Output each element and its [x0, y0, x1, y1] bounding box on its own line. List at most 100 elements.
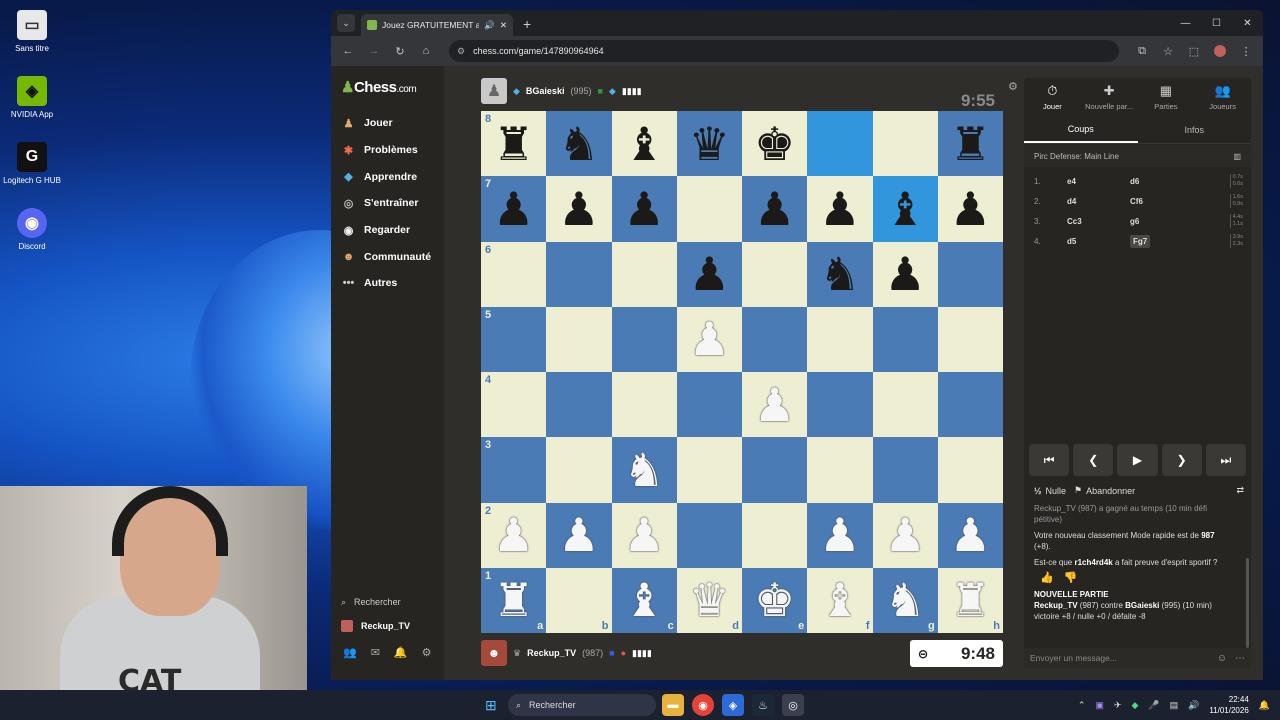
black-king-piece[interactable]: ♚ — [754, 121, 795, 167]
black-knight-piece[interactable]: ♞ — [558, 121, 599, 167]
prev-move-button[interactable]: ❮ — [1073, 444, 1114, 476]
back-button[interactable]: ← — [337, 40, 359, 62]
square-g2[interactable]: ♟ — [872, 502, 938, 568]
sidebar-user[interactable]: Reckup_TV — [341, 614, 441, 638]
opening-name[interactable]: Pirc Defense: Main Line — [1034, 152, 1119, 161]
square-g4[interactable] — [872, 372, 938, 438]
square-a7[interactable]: 7 ♟ — [481, 176, 547, 242]
tray-app-icon[interactable]: ▣ — [1095, 700, 1104, 711]
nav-item-autres[interactable]: ••• Autres — [341, 270, 431, 297]
square-f5[interactable] — [807, 306, 873, 372]
book-icon[interactable]: ▥ — [1233, 152, 1241, 161]
square-b2[interactable]: ♟ — [546, 502, 612, 568]
thumbs-up-icon[interactable]: 👍 — [1040, 573, 1054, 584]
nav-item-problemes[interactable]: ✱ Problèmes — [341, 137, 431, 164]
maximize-button[interactable]: ☐ — [1201, 10, 1232, 36]
white-pawn-piece[interactable]: ♟ — [493, 512, 534, 558]
nav-item-sentrainer[interactable]: ◎ S'entraîner — [341, 190, 431, 217]
board-settings-icon[interactable]: ⚙ — [1008, 80, 1018, 93]
black-pawn-piece[interactable]: ♟ — [493, 186, 534, 232]
chess-logo[interactable]: ♟Chess.com — [341, 78, 417, 96]
reload-button[interactable]: ↻ — [389, 40, 411, 62]
nav-item-regarder[interactable]: ◉ Regarder — [341, 217, 431, 244]
nav-item-apprendre[interactable]: ◆ Apprendre — [341, 163, 431, 190]
tray-app-icon[interactable]: ✈ — [1114, 700, 1122, 711]
square-h6[interactable] — [937, 241, 1003, 307]
square-e7[interactable]: ♟ — [742, 176, 808, 242]
site-info-icon[interactable]: ⚙ — [457, 46, 465, 57]
square-a8[interactable]: 8 ♜ — [481, 111, 547, 177]
square-b3[interactable] — [546, 437, 612, 503]
black-move[interactable]: Fg7 — [1130, 234, 1193, 248]
volume-icon[interactable]: 🔊 — [1188, 700, 1199, 711]
flip-board-icon[interactable]: ⇄ — [1236, 485, 1244, 496]
square-d3[interactable] — [676, 437, 742, 503]
speaker-icon[interactable]: 🔊 — [484, 20, 495, 31]
white-bishop-piece[interactable]: ♝ — [624, 577, 665, 623]
tab-nouvelle-partie[interactable]: ✚ Nouvelle par... — [1081, 78, 1138, 116]
square-f4[interactable] — [807, 372, 873, 438]
black-move[interactable]: g6 — [1130, 217, 1193, 226]
black-rook-piece[interactable]: ♜ — [493, 121, 534, 167]
black-queen-piece[interactable]: ♛ — [689, 121, 730, 167]
player-name[interactable]: Reckup_TV — [527, 648, 576, 658]
desktop-icon-discord[interactable]: ◉ Discord — [0, 208, 64, 251]
black-pawn-piece[interactable]: ♟ — [624, 186, 665, 232]
square-a4[interactable]: 4 — [481, 372, 547, 438]
square-h7[interactable]: ♟ — [937, 176, 1003, 242]
black-pawn-piece[interactable]: ♟ — [885, 251, 926, 297]
square-c3[interactable]: ♞ — [611, 437, 677, 503]
square-a1[interactable]: 1 a ♜ — [481, 567, 547, 633]
square-a6[interactable]: 6 — [481, 241, 547, 307]
square-c1[interactable]: c ♝ — [611, 567, 677, 633]
black-knight-piece[interactable]: ♞ — [819, 251, 860, 297]
black-rook-piece[interactable]: ♜ — [950, 121, 991, 167]
square-g7[interactable]: ♝ — [872, 176, 938, 242]
square-a3[interactable]: 3 — [481, 437, 547, 503]
square-d2[interactable] — [676, 502, 742, 568]
draw-button[interactable]: ½ Nulle — [1034, 486, 1066, 496]
player-avatar[interactable]: ☻ — [481, 640, 507, 666]
square-g6[interactable]: ♟ — [872, 241, 938, 307]
white-move[interactable]: e4 — [1067, 177, 1130, 186]
square-a5[interactable]: 5 — [481, 306, 547, 372]
settings-icon[interactable]: ⚙ — [422, 646, 432, 659]
tray-clock[interactable]: 22:44 11/01/2026 — [1209, 694, 1248, 716]
thumbs-down-icon[interactable]: 👎 — [1064, 573, 1078, 584]
square-b8[interactable]: ♞ — [546, 111, 612, 177]
white-pawn-piece[interactable]: ♟ — [819, 512, 860, 558]
square-h5[interactable] — [937, 306, 1003, 372]
square-e3[interactable] — [742, 437, 808, 503]
desktop-icon-sans-titre[interactable]: ▭ Sans titre — [0, 10, 64, 53]
white-knight-piece[interactable]: ♞ — [885, 577, 926, 623]
square-f2[interactable]: ♟ — [807, 502, 873, 568]
square-h1[interactable]: h ♜ — [937, 567, 1003, 633]
square-f6[interactable]: ♞ — [807, 241, 873, 307]
close-window-button[interactable]: ✕ — [1232, 10, 1263, 36]
white-rook-piece[interactable]: ♜ — [493, 577, 534, 623]
white-bishop-piece[interactable]: ♝ — [819, 577, 860, 623]
square-d8[interactable]: ♛ — [676, 111, 742, 177]
tab-jouer[interactable]: ⏱ Jouer — [1024, 78, 1081, 116]
square-b7[interactable]: ♟ — [546, 176, 612, 242]
white-pawn-piece[interactable]: ♟ — [885, 512, 926, 558]
square-g1[interactable]: g ♞ — [872, 567, 938, 633]
obs-icon[interactable]: ◎ — [782, 694, 804, 716]
notification-icon[interactable]: 🔔 — [1259, 700, 1270, 711]
square-d5[interactable]: ♟ — [676, 306, 742, 372]
microphone-icon[interactable]: 🎤 — [1148, 700, 1159, 711]
next-move-button[interactable]: ❯ — [1161, 444, 1202, 476]
black-pawn-piece[interactable]: ♟ — [819, 186, 860, 232]
chessboard[interactable]: 8 ♜ ♞ ♝ ♛ ♚ ♜ 7 ♟ ♟ ♟ ♟ ♟ ♝ ♟ 6 ♟ ♞ ♟ 5 ♟ 4 ♟ 3 ♞ 2 ♟ ♟ ♟ ♟ ♟ ♟ 1 a ♜ b c ♝ d ♛… — [481, 111, 1003, 633]
new-tab-button[interactable]: + — [523, 16, 531, 32]
steam-icon[interactable]: ♨ — [752, 694, 774, 716]
extensions-icon[interactable]: ⬚ — [1183, 40, 1205, 62]
subtab-infos[interactable]: Infos — [1138, 116, 1252, 143]
square-g3[interactable] — [872, 437, 938, 503]
chrome-icon[interactable]: ◉ — [692, 694, 714, 716]
tray-app-icon[interactable]: ◆ — [1131, 700, 1138, 711]
white-queen-piece[interactable]: ♛ — [689, 577, 730, 623]
black-move[interactable]: d6 — [1130, 177, 1193, 186]
square-b1[interactable]: b — [546, 567, 612, 633]
tab-parties[interactable]: ▦ Parties — [1138, 78, 1195, 116]
